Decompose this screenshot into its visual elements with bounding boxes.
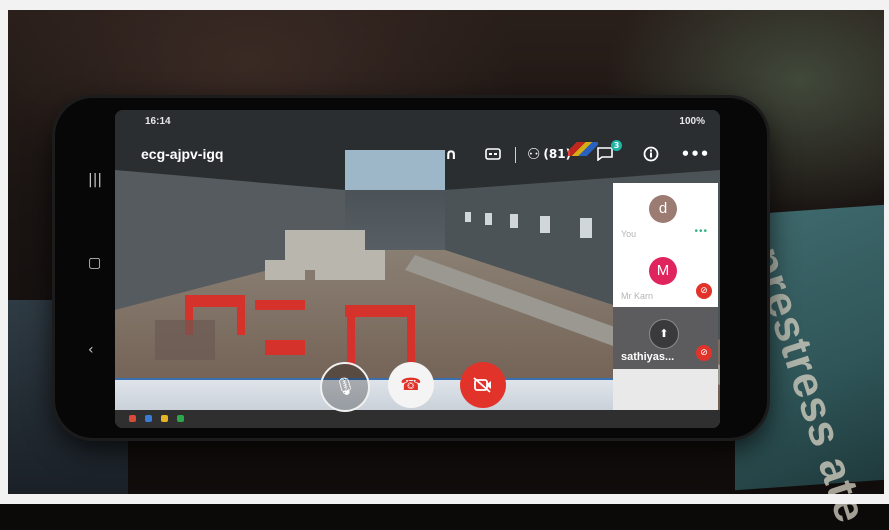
chat-badge: 3 bbox=[611, 140, 622, 151]
taskbar-app-icon bbox=[145, 415, 152, 422]
taskbar-app-icon bbox=[161, 415, 168, 422]
header-divider bbox=[515, 147, 516, 163]
mic-muted-icon: ⊘ bbox=[696, 283, 712, 299]
mic-icon: 🎙︎ bbox=[334, 377, 356, 397]
chat-icon[interactable]: 3 bbox=[591, 140, 622, 166]
screen-share-icon: ⬆ bbox=[649, 319, 679, 349]
status-time: 16:14 bbox=[145, 116, 171, 127]
status-battery: 100% bbox=[679, 116, 705, 127]
avatar: d bbox=[649, 195, 677, 223]
participant-tile-sathiyas[interactable]: ⬆ sathiyas... ⊘ bbox=[613, 307, 718, 369]
meeting-code: ecg-ajpv-igq bbox=[141, 146, 224, 162]
camera-off-icon bbox=[473, 377, 491, 393]
info-icon[interactable] bbox=[637, 142, 665, 166]
speaking-dots-icon: ••• bbox=[694, 226, 708, 237]
recents-icon[interactable]: ||| bbox=[88, 172, 102, 188]
frame-top bbox=[0, 0, 889, 10]
participant-tiles: d You ••• M Mr Karn ⊘ ⬆ sathiyas... ⊘ bbox=[613, 183, 718, 423]
mic-button[interactable]: 🎙︎ bbox=[320, 362, 370, 412]
people-icon: ⚇ bbox=[526, 145, 541, 163]
taskbar-app-icon bbox=[129, 415, 136, 422]
phone-screen: 16:14 100% ecg-ajpv-igq ∩ ⚇ (81) 3 ••• d… bbox=[115, 110, 720, 428]
camera-button[interactable] bbox=[460, 362, 506, 408]
back-icon[interactable]: ‹ bbox=[88, 342, 94, 358]
participant-count: (81) bbox=[543, 147, 572, 161]
mic-muted-icon: ⊘ bbox=[696, 345, 712, 361]
status-bar: 16:14 100% bbox=[145, 116, 715, 132]
more-icon[interactable]: ••• bbox=[681, 142, 710, 166]
frame-left bbox=[0, 0, 8, 504]
home-icon[interactable]: ▢ bbox=[88, 255, 101, 271]
headphones-icon[interactable]: ∩ bbox=[437, 142, 465, 166]
captions-icon-glyph bbox=[485, 148, 501, 160]
end-call-icon: ☎ bbox=[400, 375, 422, 395]
call-header: ecg-ajpv-igq ∩ ⚇ (81) 3 ••• bbox=[115, 136, 720, 172]
taskbar-strip bbox=[115, 410, 720, 428]
participant-name: You bbox=[621, 229, 637, 239]
people-button[interactable]: ⚇ (81) bbox=[527, 142, 571, 166]
frame-right bbox=[884, 0, 889, 504]
participant-name: sathiyas... bbox=[621, 351, 675, 363]
end-call-button[interactable]: ☎ bbox=[388, 362, 434, 408]
avatar: M bbox=[649, 257, 677, 285]
chat-icon-glyph bbox=[597, 147, 613, 161]
participant-name: Mr Karn bbox=[621, 291, 654, 301]
info-icon-glyph bbox=[643, 146, 659, 162]
android-nav-bar: ||| ▢ ‹ bbox=[80, 150, 120, 380]
frame-bottom bbox=[0, 494, 889, 504]
captions-icon[interactable] bbox=[479, 142, 507, 166]
participant-tile-mr-karn[interactable]: M Mr Karn ⊘ bbox=[613, 245, 718, 307]
participant-tile-you[interactable]: d You ••• bbox=[613, 183, 718, 245]
taskbar-app-icon bbox=[177, 415, 184, 422]
